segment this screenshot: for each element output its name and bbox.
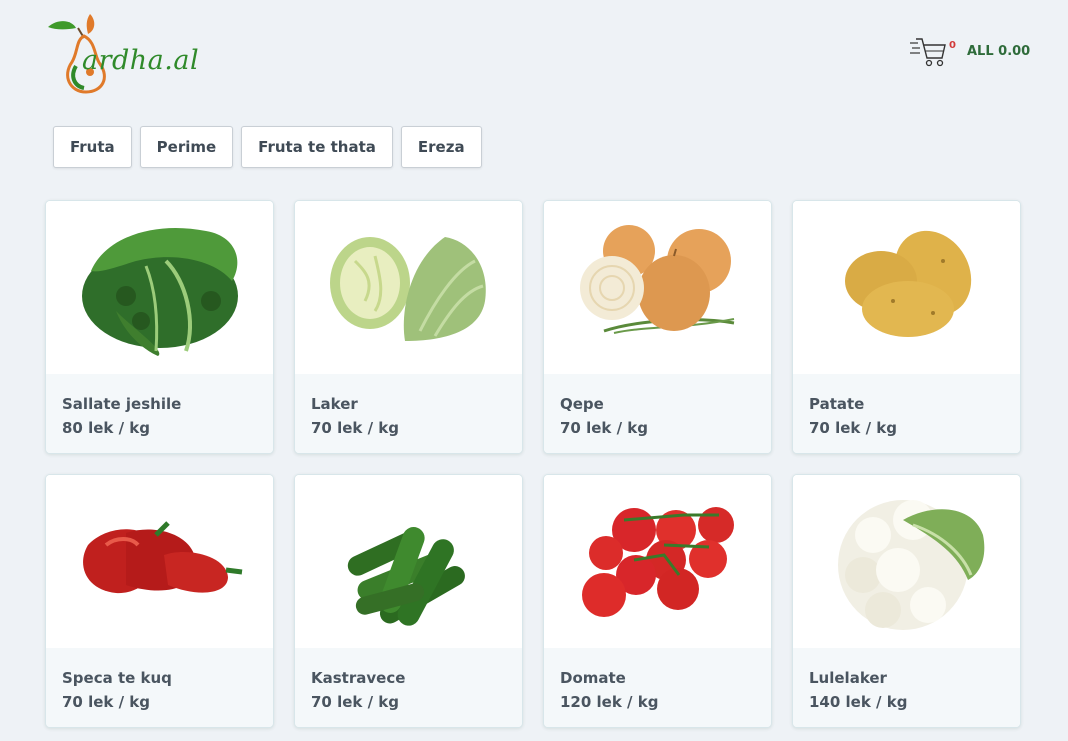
product-info: Domate 120 lek / kg: [544, 648, 771, 727]
product-price: 70 lek / kg: [560, 419, 649, 437]
tab-fruta-te-thata[interactable]: Fruta te thata: [241, 126, 393, 168]
product-card[interactable]: Kastravece 70 lek / kg: [294, 474, 523, 728]
product-price: 140 lek / kg: [809, 693, 908, 711]
product-name: Sallate jeshile: [62, 395, 182, 413]
product-name: Kastravece: [311, 669, 406, 687]
product-price: 70 lek / kg: [311, 693, 400, 711]
product-image-red-peppers: [46, 475, 273, 648]
product-card[interactable]: Domate 120 lek / kg: [543, 474, 772, 728]
product-name: Speca te kuq: [62, 669, 172, 687]
product-info: Laker 70 lek / kg: [295, 374, 522, 453]
cart-widget[interactable]: 0 ALL 0.00: [908, 34, 1030, 70]
tab-fruta[interactable]: Fruta: [53, 126, 132, 168]
product-price: 120 lek / kg: [560, 693, 659, 711]
product-image-cabbage: [295, 201, 522, 374]
product-image-onions: [544, 201, 771, 374]
product-card[interactable]: Laker 70 lek / kg: [294, 200, 523, 454]
product-image-cauliflower: [793, 475, 1020, 648]
product-card[interactable]: Speca te kuq 70 lek / kg: [45, 474, 274, 728]
product-price: 70 lek / kg: [62, 693, 151, 711]
product-card[interactable]: Patate 70 lek / kg: [792, 200, 1021, 454]
product-image-cucumbers: [295, 475, 522, 648]
category-tabs: Fruta Perime Fruta te thata Ereza: [53, 126, 482, 168]
product-info: Qepe 70 lek / kg: [544, 374, 771, 453]
logo-text: ardha.al: [82, 45, 200, 76]
tab-perime[interactable]: Perime: [139, 126, 234, 168]
product-info: Sallate jeshile 80 lek / kg: [46, 374, 273, 453]
tab-ereza[interactable]: Ereza: [400, 126, 482, 168]
product-info: Patate 70 lek / kg: [793, 374, 1020, 453]
product-price: 70 lek / kg: [809, 419, 898, 437]
header: ardha.al 0 ALL 0.00: [0, 0, 1068, 110]
site-logo[interactable]: ardha.al: [46, 10, 206, 96]
product-name: Laker: [311, 395, 358, 413]
product-name: Qepe: [560, 395, 604, 413]
product-info: Speca te kuq 70 lek / kg: [46, 648, 273, 727]
product-card[interactable]: Lulelaker 140 lek / kg: [792, 474, 1021, 728]
product-image-lettuce: [46, 201, 273, 374]
product-price: 70 lek / kg: [311, 419, 400, 437]
product-name: Domate: [560, 669, 626, 687]
product-info: Lulelaker 140 lek / kg: [793, 648, 1020, 727]
product-name: Patate: [809, 395, 865, 413]
product-info: Kastravece 70 lek / kg: [295, 648, 522, 727]
product-card[interactable]: Qepe 70 lek / kg: [543, 200, 772, 454]
product-grid: Sallate jeshile 80 lek / kg Laker 70 lek…: [45, 200, 1022, 728]
product-card[interactable]: Sallate jeshile 80 lek / kg: [45, 200, 274, 454]
product-name: Lulelaker: [809, 669, 887, 687]
product-price: 80 lek / kg: [62, 419, 151, 437]
product-image-tomatoes: [544, 475, 771, 648]
cart-count-badge: 0: [949, 40, 956, 51]
cart-icon[interactable]: [908, 36, 948, 68]
cart-total[interactable]: ALL 0.00: [967, 44, 1030, 59]
product-image-potatoes: [793, 201, 1020, 374]
